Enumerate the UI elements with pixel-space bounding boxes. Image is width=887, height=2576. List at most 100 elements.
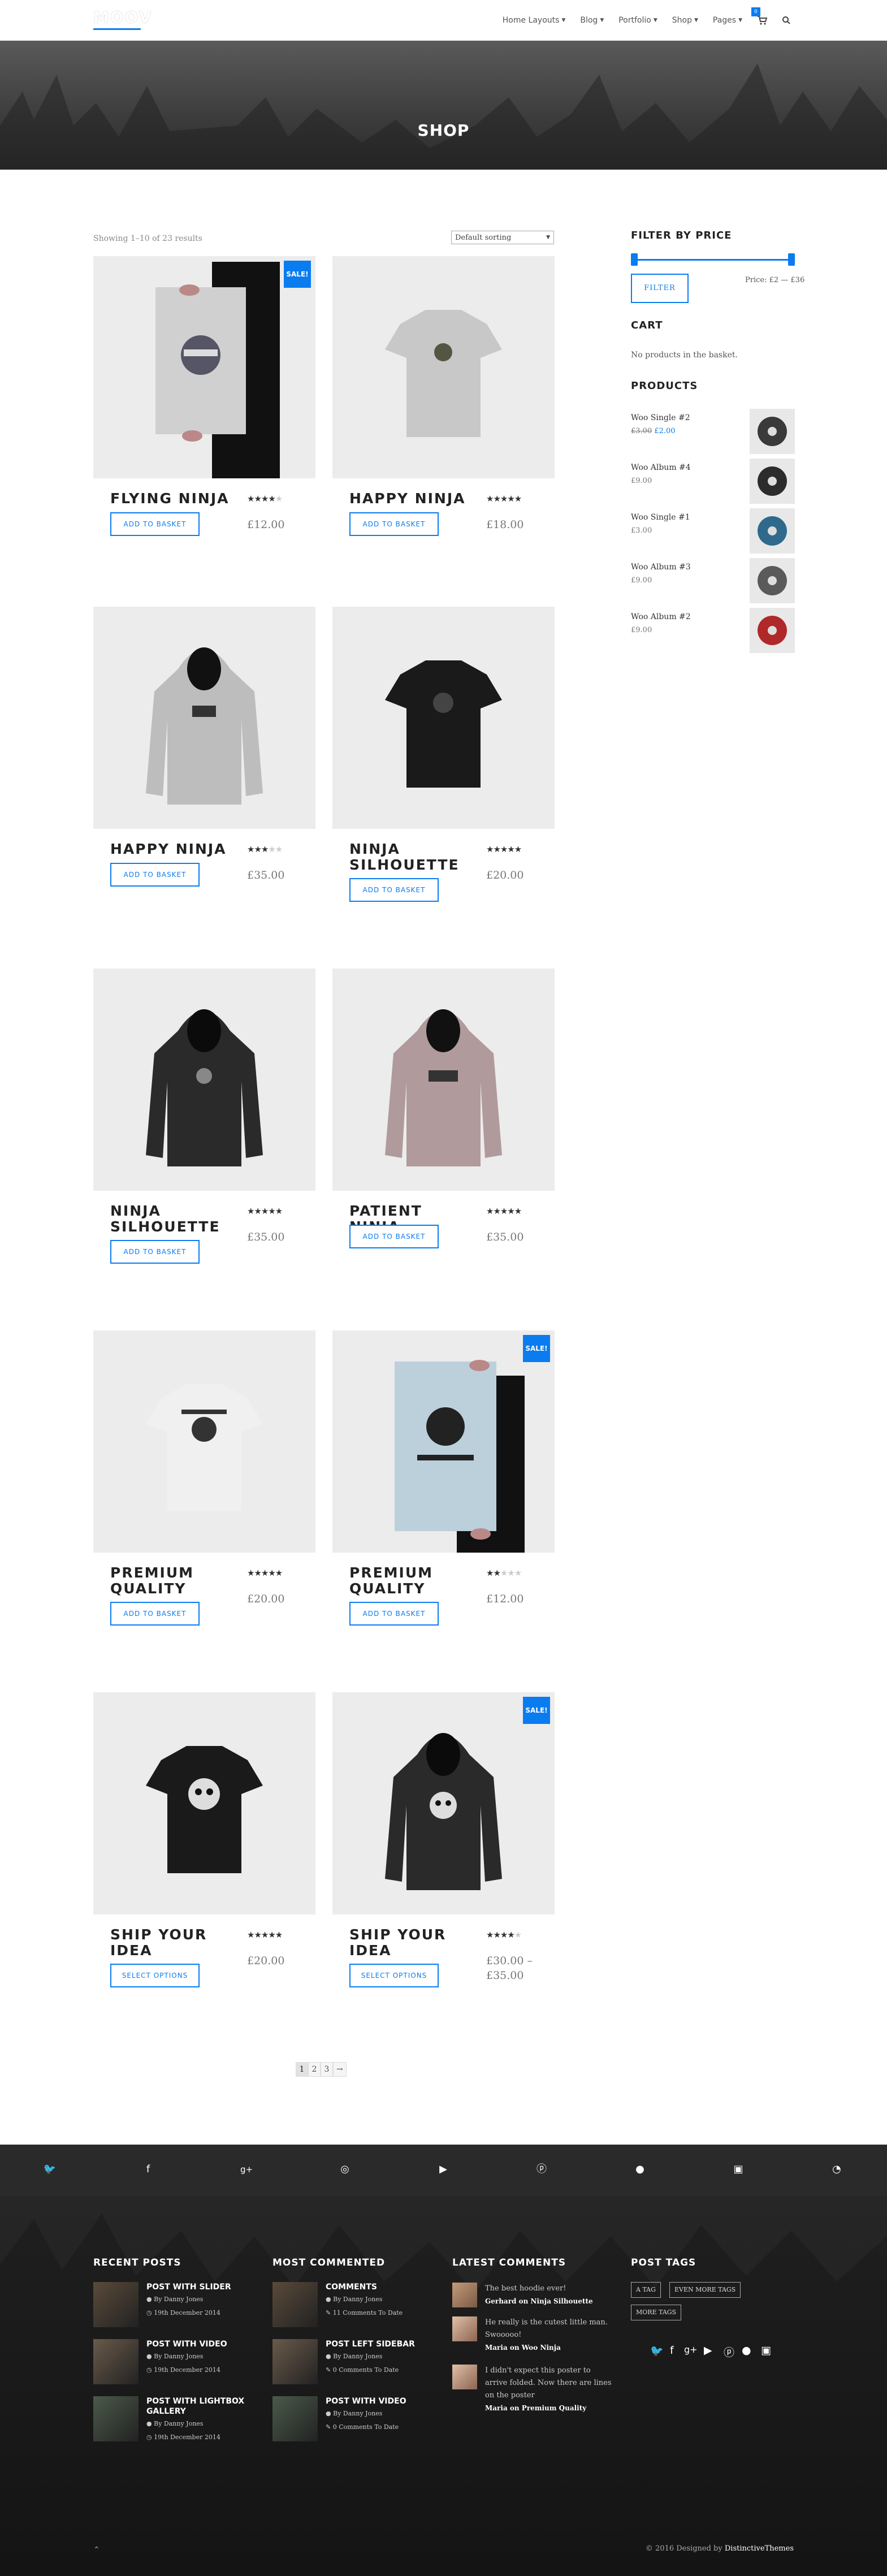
tag-link[interactable]: MORE TAGS	[631, 2305, 682, 2320]
product-image[interactable]: SALE!	[93, 256, 315, 478]
add-to-basket-button[interactable]: ADD TO BASKET	[349, 1602, 439, 1626]
menu-item-blog[interactable]: Blog ▼	[580, 16, 604, 25]
product-image[interactable]	[93, 1692, 315, 1914]
pinterest-icon[interactable]: ⓟ	[535, 2163, 548, 2176]
menu-item-home-layouts[interactable]: Home Layouts ▼	[503, 16, 566, 25]
add-to-basket-button[interactable]: ADD TO BASKET	[349, 1225, 439, 1248]
post-thumbnail[interactable]	[93, 2339, 139, 2384]
footer-post[interactable]: POST WITH VIDEO ● By Danny Jones ◷ 19th De…	[93, 2339, 257, 2390]
footer-post[interactable]: POST WITH SLIDER ● By Danny Jones ◷ 19th D…	[93, 2282, 257, 2333]
sidebar-product[interactable]: Woo Album #4 £9.00	[631, 459, 795, 504]
menu-item-shop[interactable]: Shop ▼	[672, 16, 698, 25]
sidebar-product-name[interactable]: Woo Single #1	[631, 513, 690, 522]
github-icon[interactable]: ●	[633, 2163, 647, 2176]
dribbble-icon[interactable]: ◎	[338, 2163, 352, 2176]
product-image[interactable]	[332, 969, 555, 1191]
sidebar-product-name[interactable]: Woo Album #2	[631, 612, 691, 621]
product-image[interactable]	[93, 969, 315, 1191]
comment-author[interactable]: Maria on Woo Ninja	[485, 2341, 615, 2354]
twitter-icon[interactable]: 🐦	[43, 2163, 57, 2176]
album-thumbnail[interactable]	[750, 508, 795, 554]
sidebar-product-name[interactable]: Woo Album #4	[631, 463, 691, 472]
post-title[interactable]: POST WITH SLIDER	[146, 2282, 254, 2292]
sidebar-product[interactable]: Woo Album #3 £9.00	[631, 558, 795, 603]
product-image[interactable]	[93, 607, 315, 829]
product-title[interactable]: PREMIUM QUALITY	[110, 1565, 235, 1597]
facebook-icon[interactable]: f	[670, 2344, 674, 2357]
sidebar-product[interactable]: Woo Single #2 £3.00 £2.00	[631, 409, 795, 454]
post-thumbnail[interactable]	[93, 2282, 139, 2327]
post-thumbnail[interactable]	[272, 2282, 318, 2327]
add-to-basket-button[interactable]: ADD TO BASKET	[349, 878, 439, 902]
sorting-select[interactable]: Default sorting ▼	[451, 231, 554, 244]
instagram-icon[interactable]: ▣	[732, 2163, 745, 2176]
add-to-basket-button[interactable]: ADD TO BASKET	[110, 1240, 200, 1264]
post-title[interactable]: POST WITH VIDEO	[146, 2339, 254, 2349]
add-to-basket-button[interactable]: ADD TO BASKET	[110, 1602, 200, 1626]
menu-item-pages[interactable]: Pages ▼	[713, 16, 742, 25]
footer-post[interactable]: POST LEFT SIDEBAR ● By Danny Jones ✎ 0 Com…	[272, 2339, 436, 2390]
post-title[interactable]: POST LEFT SIDEBAR	[326, 2339, 433, 2349]
menu-item-portfolio[interactable]: Portfolio ▼	[618, 16, 657, 25]
price-slider-max-handle[interactable]	[788, 253, 795, 266]
post-thumbnail[interactable]	[93, 2396, 139, 2441]
product-title[interactable]: HAPPY NINJA	[349, 491, 474, 507]
add-to-basket-button[interactable]: ADD TO BASKET	[110, 512, 200, 536]
post-title[interactable]: POST WITH VIDEO	[326, 2396, 433, 2406]
cart-button[interactable]: 0	[751, 7, 768, 25]
product-title[interactable]: HAPPY NINJA	[110, 841, 235, 857]
add-to-basket-button[interactable]: ADD TO BASKET	[110, 863, 200, 887]
product-title[interactable]: SHIP YOUR IDEA	[349, 1927, 474, 1959]
youtube-icon[interactable]: ▶	[436, 2163, 450, 2176]
twitter-icon[interactable]: 🐦	[650, 2344, 664, 2357]
page-3[interactable]: 3	[321, 2062, 333, 2077]
footer-post[interactable]: COMMENTS ● By Danny Jones ✎ 11 Comments To…	[272, 2282, 436, 2333]
product-title[interactable]: FLYING NINJA	[110, 491, 235, 507]
tag-link[interactable]: A TAG	[631, 2282, 661, 2298]
select-options-button[interactable]: SELECT OPTIONS	[110, 1964, 200, 1987]
product-title[interactable]: NINJA SILHOUETTE	[110, 1203, 235, 1235]
album-thumbnail[interactable]	[750, 459, 795, 504]
comment-author[interactable]: Maria on Premium Quality	[485, 2402, 615, 2414]
select-options-button[interactable]: SELECT OPTIONS	[349, 1964, 439, 1987]
sidebar-product-name[interactable]: Woo Single #2	[631, 413, 690, 422]
add-to-basket-button[interactable]: ADD TO BASKET	[349, 512, 439, 536]
product-title[interactable]: NINJA SILHOUETTE	[349, 841, 474, 873]
post-thumbnail[interactable]	[272, 2396, 318, 2441]
back-to-top-arrow-icon[interactable]: ⌃	[93, 2545, 100, 2555]
google-plus-icon[interactable]: g+	[684, 2344, 698, 2355]
product-title[interactable]: PREMIUM QUALITY	[349, 1565, 474, 1597]
rss-icon[interactable]: ◔	[830, 2163, 843, 2176]
search-icon[interactable]	[782, 16, 791, 25]
product-image[interactable]	[332, 607, 555, 829]
product-image[interactable]	[332, 256, 555, 478]
post-title[interactable]: POST WITH LIGHTBOX GALLERY	[146, 2396, 254, 2417]
tag-link[interactable]: EVEN MORE TAGS	[669, 2282, 741, 2298]
pinterest-icon[interactable]: ⓟ	[724, 2344, 734, 2359]
sidebar-product-name[interactable]: Woo Album #3	[631, 563, 691, 572]
album-thumbnail[interactable]	[750, 409, 795, 454]
sidebar-product[interactable]: Woo Single #1 £3.00	[631, 508, 795, 554]
album-thumbnail[interactable]	[750, 608, 795, 653]
footer-post[interactable]: POST WITH LIGHTBOX GALLERY ● By Danny Jon…	[93, 2396, 257, 2447]
album-thumbnail[interactable]	[750, 558, 795, 603]
post-title[interactable]: COMMENTS	[326, 2282, 433, 2292]
post-thumbnail[interactable]	[272, 2339, 318, 2384]
github-icon[interactable]: ●	[742, 2344, 751, 2357]
next-page-arrow[interactable]: →	[333, 2062, 347, 2077]
facebook-icon[interactable]: f	[141, 2163, 155, 2176]
site-logo[interactable]: MOOV	[93, 8, 152, 27]
google-plus-icon[interactable]: g+	[240, 2163, 253, 2176]
page-1[interactable]: 1	[296, 2062, 308, 2077]
page-2[interactable]: 2	[308, 2062, 321, 2077]
comment-author[interactable]: Gerhard on Ninja Silhouette	[485, 2295, 615, 2307]
footer-post[interactable]: POST WITH VIDEO ● By Danny Jones ✎ 0 Comme…	[272, 2396, 436, 2447]
youtube-icon[interactable]: ▶	[704, 2344, 712, 2357]
filter-button[interactable]: FILTER	[631, 274, 689, 303]
product-image[interactable]	[93, 1330, 315, 1553]
product-title[interactable]: SHIP YOUR IDEA	[110, 1927, 235, 1959]
product-image[interactable]: SALE!	[332, 1692, 555, 1914]
copyright-brand-link[interactable]: DistinctiveThemes	[725, 2544, 794, 2553]
price-slider-min-handle[interactable]	[631, 253, 638, 266]
product-image[interactable]: SALE!	[332, 1330, 555, 1553]
